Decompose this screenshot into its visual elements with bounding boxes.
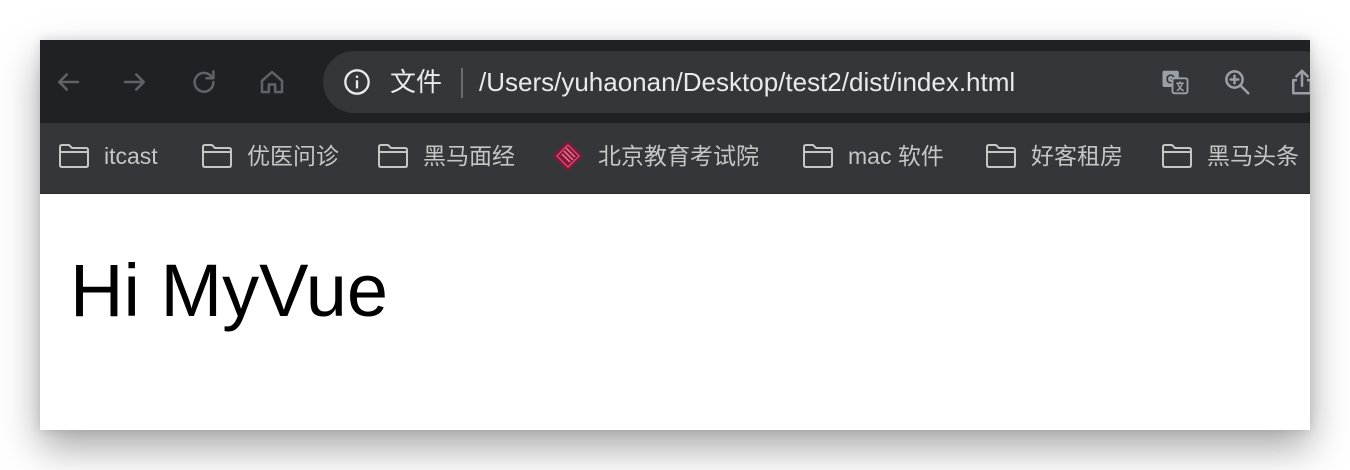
bookmark-label: mac 软件 [848,143,944,169]
bookmark-label: itcast [104,143,158,169]
folder-icon [1162,144,1192,168]
info-icon [344,69,370,95]
back-button[interactable] [50,64,86,100]
bookmark-youyi-wenzhen[interactable]: 优医问诊 [201,139,339,173]
folder-icon [59,144,89,168]
folder-icon [803,144,833,168]
share-button[interactable] [1286,66,1310,98]
address-divider [461,68,463,98]
bookmark-label: 好客租房 [1031,143,1123,169]
browser-window: 文件 /Users/yuhaonan/Desktop/test2/dist/in… [40,40,1310,430]
home-button[interactable] [254,64,290,100]
home-icon [260,70,284,94]
zoom-in-icon [1225,70,1250,95]
bookmarks-bar: itcast 优医问诊 黑马面经 北京教育考试院 mac 软件 好客租房 黑马头… [40,123,1310,194]
bookmark-beijing-exam[interactable]: 北京教育考试院 [552,139,759,173]
bookmark-haoke-zufang[interactable]: 好客租房 [985,139,1123,173]
translate-button[interactable]: G [1159,66,1191,98]
bookmark-label: 优医问诊 [247,143,339,169]
url-text[interactable]: /Users/yuhaonan/Desktop/test2/dist/index… [479,66,1015,98]
bookmark-label: 北京教育考试院 [598,143,759,169]
reload-button[interactable] [186,64,222,100]
folder-icon [986,144,1016,168]
bookmark-label: 黑马面经 [423,143,515,169]
forward-button[interactable] [117,64,153,100]
site-favicon-icon [553,141,583,171]
site-info-button[interactable] [343,68,371,96]
share-icon [1292,69,1310,95]
bookmark-heima-mianjing[interactable]: 黑马面经 [377,139,515,173]
page-content: Hi MyVue [40,194,1310,430]
zoom-button[interactable] [1221,66,1253,98]
bookmark-mac-software[interactable]: mac 软件 [802,139,944,173]
bookmark-label: 黑马头条 [1207,143,1299,169]
folder-icon [202,144,232,168]
address-bar[interactable]: 文件 /Users/yuhaonan/Desktop/test2/dist/in… [323,51,1310,113]
page-heading: Hi MyVue [70,249,389,332]
bookmark-heima-toutiao[interactable]: 黑马头条 [1161,139,1299,173]
arrow-right-icon [123,73,145,91]
translate-icon: G [1162,70,1189,95]
security-label: 文件 [390,67,443,97]
bookmark-itcast[interactable]: itcast [58,139,158,173]
folder-icon [378,144,408,168]
browser-toolbar: 文件 /Users/yuhaonan/Desktop/test2/dist/in… [40,40,1310,123]
arrow-left-icon [58,73,80,91]
reload-icon [193,70,215,93]
